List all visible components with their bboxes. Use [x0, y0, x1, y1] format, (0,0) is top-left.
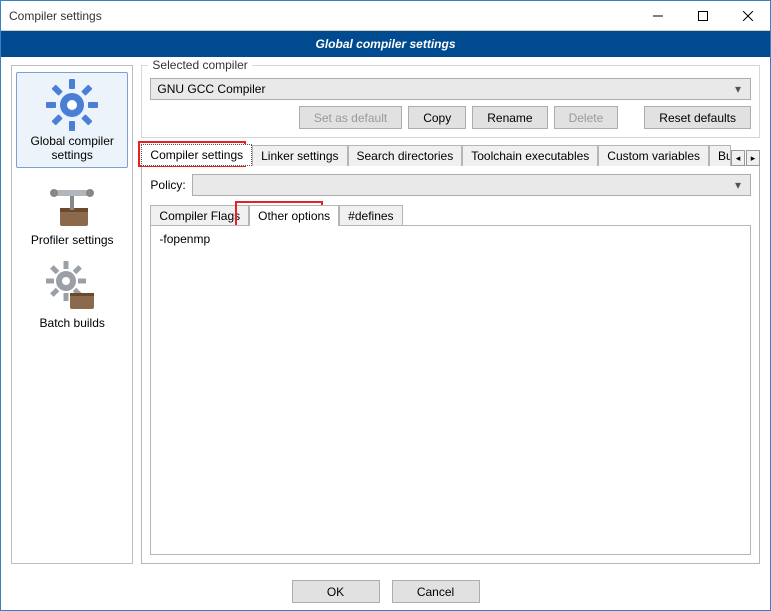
reset-defaults-button[interactable]: Reset defaults	[644, 106, 751, 129]
batch-icon	[44, 259, 100, 315]
cancel-button[interactable]: Cancel	[392, 580, 480, 603]
policy-select[interactable]: ▾	[192, 174, 751, 196]
minimize-button[interactable]	[635, 1, 680, 30]
subtab-other-options[interactable]: Other options	[249, 205, 339, 226]
dialog-footer: OK Cancel	[1, 572, 770, 610]
copy-button[interactable]: Copy	[408, 106, 466, 129]
page-header: Global compiler settings	[1, 31, 770, 57]
policy-label: Policy:	[150, 178, 185, 192]
set-default-button[interactable]: Set as default	[299, 106, 402, 129]
tab-toolchain-executables[interactable]: Toolchain executables	[462, 145, 598, 166]
tab-scroll-right-button[interactable]: ▸	[746, 150, 760, 166]
gear-icon	[44, 77, 100, 133]
tab-custom-variables[interactable]: Custom variables	[598, 145, 709, 166]
sidebar-item-label: Profiler settings	[31, 234, 114, 248]
tab-scroll-left-button[interactable]: ◂	[731, 150, 745, 166]
sidebar: Global compiler settings Profiler settin…	[11, 65, 133, 564]
compiler-select-value: GNU GCC Compiler	[157, 82, 732, 96]
chevron-down-icon: ▾	[732, 178, 744, 192]
sidebar-item-label: Global compiler settings	[17, 135, 127, 163]
minimize-icon	[653, 11, 663, 21]
subtab-compiler-flags[interactable]: Compiler Flags	[150, 205, 249, 226]
content-area: Global compiler settings Profiler settin…	[1, 57, 770, 572]
subtab-defines[interactable]: #defines	[339, 205, 402, 226]
sidebar-item-label: Batch builds	[40, 317, 105, 331]
tab-body: Policy: ▾ Compiler Flags Other options #…	[141, 165, 760, 564]
tab-scroll-buttons: ◂ ▸	[731, 150, 760, 166]
compiler-select[interactable]: GNU GCC Compiler ▾	[150, 78, 751, 100]
rename-button[interactable]: Rename	[472, 106, 547, 129]
compiler-buttons: Set as default Copy Rename Delete Reset …	[150, 106, 751, 129]
main-panel: Selected compiler GNU GCC Compiler ▾ Set…	[141, 65, 760, 564]
delete-button[interactable]: Delete	[554, 106, 619, 129]
ok-button[interactable]: OK	[292, 580, 380, 603]
tab-compiler-settings[interactable]: Compiler settings	[141, 144, 252, 166]
titlebar: Compiler settings	[1, 1, 770, 31]
sub-tabs: Compiler Flags Other options #defines	[150, 204, 751, 226]
window-title: Compiler settings	[9, 9, 635, 23]
profiler-icon	[44, 176, 100, 232]
other-options-textarea[interactable]	[151, 226, 750, 554]
tab-build-options[interactable]: Bui	[709, 145, 731, 166]
group-label: Selected compiler	[148, 58, 251, 72]
policy-row: Policy: ▾	[150, 174, 751, 196]
chevron-down-icon: ▾	[732, 82, 744, 96]
close-button[interactable]	[725, 1, 770, 30]
sidebar-item-profiler[interactable]: Profiler settings	[16, 172, 128, 252]
maximize-icon	[698, 11, 708, 21]
close-icon	[743, 11, 753, 21]
sidebar-item-batch[interactable]: Batch builds	[16, 255, 128, 335]
tab-linker-settings[interactable]: Linker settings	[252, 145, 347, 166]
maximize-button[interactable]	[680, 1, 725, 30]
tab-search-directories[interactable]: Search directories	[348, 145, 463, 166]
page-title: Global compiler settings	[315, 37, 455, 51]
other-options-panel	[150, 225, 751, 555]
main-tabs-container: Compiler settings Linker settings Search…	[141, 144, 760, 564]
sidebar-item-global-compiler[interactable]: Global compiler settings	[16, 72, 128, 168]
selected-compiler-group: Selected compiler GNU GCC Compiler ▾ Set…	[141, 65, 760, 138]
main-tabs: Compiler settings Linker settings Search…	[141, 144, 760, 166]
